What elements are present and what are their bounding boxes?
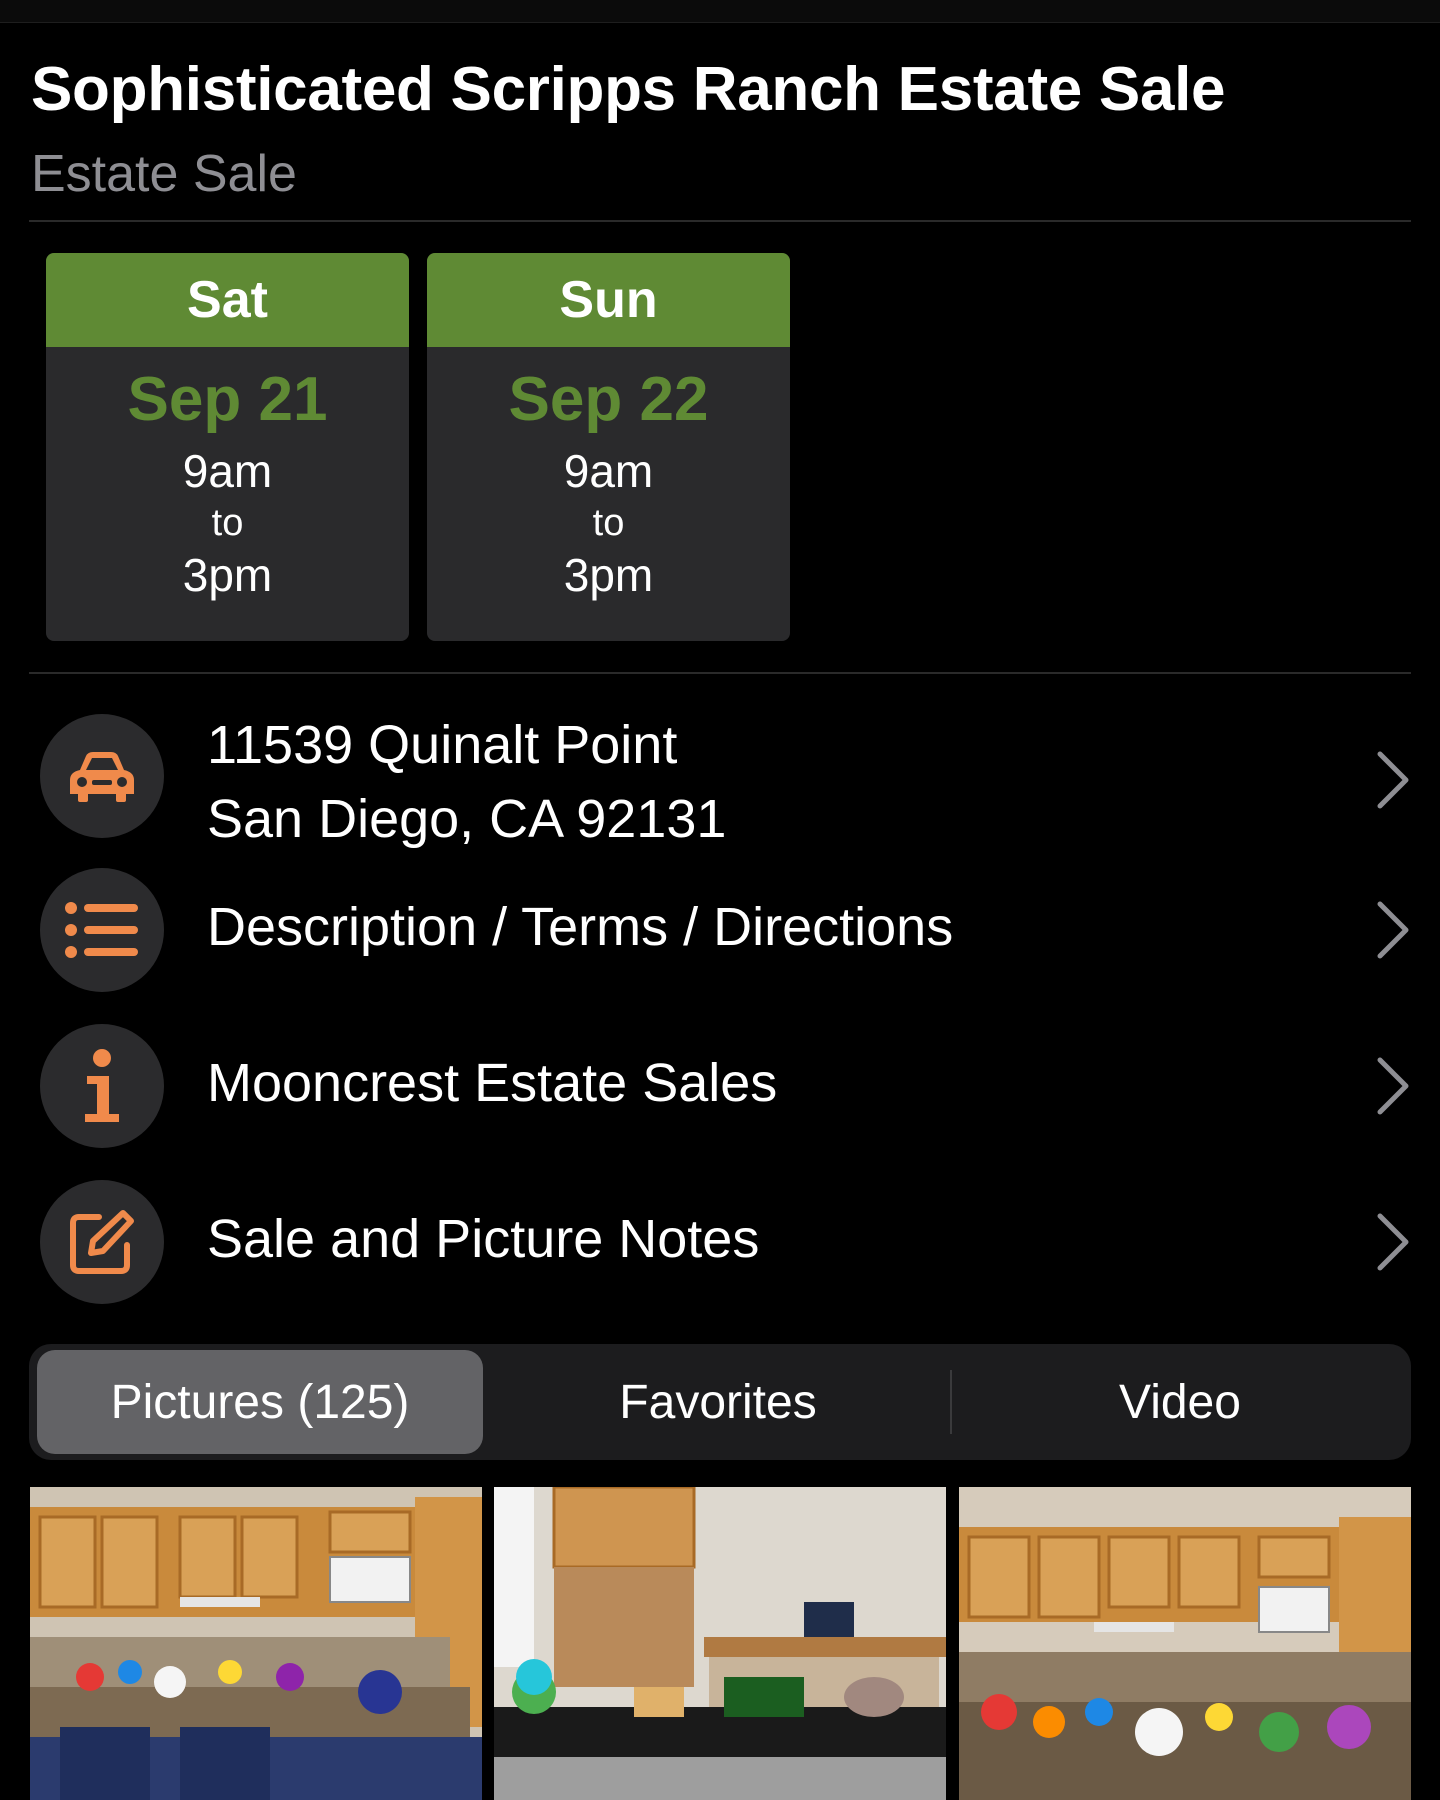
photo-thumbnail[interactable] xyxy=(959,1487,1411,1800)
company-row[interactable]: Mooncrest Estate Sales xyxy=(0,1024,1440,1148)
company-label: Mooncrest Estate Sales xyxy=(207,1053,778,1113)
time-separator: to xyxy=(592,502,625,544)
tab-pictures[interactable]: Pictures (125) xyxy=(37,1350,483,1454)
day-name: Sat xyxy=(46,253,409,347)
end-time: 3pm xyxy=(182,549,273,601)
kitchen-photo xyxy=(30,1487,482,1800)
chevron-right-icon xyxy=(1377,1213,1409,1271)
end-time: 3pm xyxy=(563,549,654,601)
status-bar-edge xyxy=(0,0,1440,23)
kitchen-photo xyxy=(959,1487,1411,1800)
day-name: Sun xyxy=(427,253,790,347)
list-icon xyxy=(65,902,138,958)
segment-divider xyxy=(950,1370,952,1434)
description-row[interactable]: Description / Terms / Directions xyxy=(0,868,1440,992)
start-time: 9am xyxy=(563,445,654,497)
sale-type: Estate Sale xyxy=(31,145,297,203)
address-row[interactable]: 11539 Quinalt Point San Diego, CA 92131 xyxy=(0,700,1440,860)
time-separator: to xyxy=(211,502,244,544)
divider xyxy=(29,672,1411,674)
photo-thumbnail[interactable] xyxy=(30,1487,482,1800)
day-card-sat: Sat Sep 21 9am to 3pm xyxy=(46,253,409,641)
sale-title: Sophisticated Scripps Ranch Estate Sale xyxy=(31,55,1226,124)
day-card-sun: Sun Sep 22 9am to 3pm xyxy=(427,253,790,641)
car-icon-circle xyxy=(40,714,164,838)
description-label: Description / Terms / Directions xyxy=(207,897,954,957)
tab-favorites[interactable]: Favorites xyxy=(489,1350,947,1454)
dining-photo xyxy=(494,1487,946,1800)
edit-icon xyxy=(70,1210,134,1274)
chevron-right-icon xyxy=(1377,1057,1409,1115)
address-text: 11539 Quinalt Point San Diego, CA 92131 xyxy=(207,708,726,856)
car-icon xyxy=(70,752,134,802)
address-line-1: 11539 Quinalt Point xyxy=(207,715,678,775)
day-date: Sep 21 xyxy=(127,365,328,434)
tab-video[interactable]: Video xyxy=(955,1350,1405,1454)
media-segmented-control: Pictures (125) Favorites Video xyxy=(29,1344,1411,1460)
photo-thumbnail[interactable] xyxy=(494,1487,946,1800)
notes-row[interactable]: Sale and Picture Notes xyxy=(0,1180,1440,1304)
info-icon xyxy=(85,1049,119,1122)
list-icon-circle xyxy=(40,868,164,992)
start-time: 9am xyxy=(182,445,273,497)
info-icon-circle xyxy=(40,1024,164,1148)
day-date: Sep 22 xyxy=(508,365,709,434)
notes-label: Sale and Picture Notes xyxy=(207,1209,760,1269)
chevron-right-icon xyxy=(1377,751,1409,809)
edit-icon-circle xyxy=(40,1180,164,1304)
chevron-right-icon xyxy=(1377,901,1409,959)
address-line-2: San Diego, CA 92131 xyxy=(207,789,727,849)
divider xyxy=(29,220,1411,222)
